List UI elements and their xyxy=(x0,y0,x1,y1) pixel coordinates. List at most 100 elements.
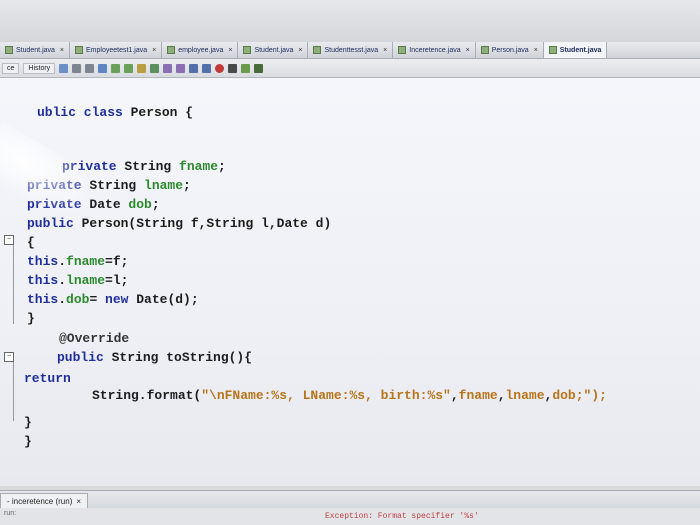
tab-student-java-2[interactable]: Student.java × xyxy=(238,42,309,58)
code-text: } xyxy=(27,311,35,326)
code-line-tostring: public String toString(){ xyxy=(57,350,252,365)
keyword: this xyxy=(27,273,59,288)
next-bookmark-icon[interactable] xyxy=(176,63,186,73)
code-line-assign-dob: this.dob= new Date(d); xyxy=(27,292,199,307)
close-icon[interactable]: × xyxy=(298,47,302,54)
toggle-selection-icon[interactable] xyxy=(150,63,160,73)
shift-right-icon[interactable] xyxy=(202,63,212,73)
fold-collapse-icon[interactable]: − xyxy=(4,352,14,362)
close-icon[interactable]: × xyxy=(466,47,470,54)
code-text: Person(String f,String l,Date d) xyxy=(73,216,332,231)
tab-employee-java[interactable]: employee.java × xyxy=(162,42,239,58)
code-line-class-decl: ublic class Person { xyxy=(37,105,193,120)
find-previous-icon[interactable] xyxy=(111,63,121,73)
code-text: =f; xyxy=(105,254,129,269)
java-file-icon xyxy=(398,46,407,54)
annotation: @Override xyxy=(59,331,130,346)
tab-studenttesst-java[interactable]: Studenttesst.java × xyxy=(308,42,394,58)
code-text: String xyxy=(116,159,180,174)
tab-person-java[interactable]: Person.java × xyxy=(476,42,544,58)
code-text: ;"); xyxy=(575,388,607,403)
code-line-format: String.format("\nFName:%s, LName:%s, bir… xyxy=(92,388,607,403)
code-text: , xyxy=(450,388,459,403)
code-text: ; xyxy=(183,178,191,193)
field-name: dob xyxy=(66,292,90,307)
string-literal: "\nFName:%s, LName:%s, birth:%s" xyxy=(201,388,451,403)
code-text: } xyxy=(24,415,32,430)
editor-tab-strip: Student.java × Employeetest1.java × employ… xyxy=(0,42,700,59)
keyword: new xyxy=(105,292,129,307)
output-tab-label: - inceretence (run) xyxy=(7,496,73,506)
prev-bookmark-icon[interactable] xyxy=(163,63,173,73)
java-file-icon xyxy=(313,46,322,54)
close-icon[interactable]: × xyxy=(534,47,538,54)
output-panel: run: Exception: Format specifier '%s' xyxy=(0,508,700,525)
field-name: dob xyxy=(128,197,152,212)
close-icon[interactable]: × xyxy=(76,497,81,506)
back-icon[interactable] xyxy=(72,63,82,73)
code-text: =l; xyxy=(105,273,129,288)
tab-label: Student.java xyxy=(16,46,55,54)
code-text: dob xyxy=(552,388,576,403)
code-text: . xyxy=(58,292,67,307)
tab-student-java-1[interactable]: Student.java × xyxy=(0,42,71,58)
shift-left-icon[interactable] xyxy=(189,63,199,73)
field-name: lname xyxy=(144,178,184,193)
code-text: { xyxy=(27,235,35,250)
java-file-icon xyxy=(480,46,489,54)
code-text: = xyxy=(89,292,106,307)
source-tab[interactable]: ce xyxy=(2,62,20,74)
code-text: . xyxy=(58,273,67,288)
tab-output-run[interactable]: - inceretence (run) × xyxy=(0,493,89,509)
keyword: ublic class xyxy=(37,105,123,120)
field-name: fname xyxy=(66,254,106,269)
start-macro-icon[interactable] xyxy=(215,63,225,73)
close-icon[interactable]: × xyxy=(60,47,64,54)
last-edit-icon[interactable] xyxy=(59,63,69,73)
tab-label: Studenttesst.java xyxy=(324,46,379,54)
code-text: Date(d); xyxy=(128,292,199,307)
find-next-icon[interactable] xyxy=(124,63,134,73)
tab-student-java-3[interactable]: Student.java xyxy=(543,42,608,58)
code-text: ; xyxy=(151,197,160,212)
stop-macro-icon[interactable] xyxy=(228,63,238,73)
code-line-annotation: @Override xyxy=(59,331,129,346)
field-name: lname xyxy=(66,273,106,288)
close-icon[interactable]: × xyxy=(383,47,387,54)
history-tab[interactable]: History xyxy=(23,62,56,74)
forward-icon[interactable] xyxy=(85,63,95,73)
code-text: fname xyxy=(458,388,498,403)
close-icon[interactable]: × xyxy=(152,47,156,54)
java-file-icon xyxy=(5,46,13,54)
java-file-icon xyxy=(75,46,84,54)
find-icon[interactable] xyxy=(98,63,108,73)
code-editor[interactable]: − − ublic class Person { private String … xyxy=(0,78,700,486)
keyword: this xyxy=(27,254,59,269)
code-text: ; xyxy=(218,159,226,174)
tab-label: Student.java xyxy=(559,46,602,54)
window-top-area xyxy=(0,0,700,44)
tab-label: employee.java xyxy=(178,46,224,54)
tab-label: Inceretence.java xyxy=(409,46,461,54)
tab-inceretence-java[interactable]: Inceretence.java × xyxy=(393,42,476,58)
tab-label: Employeetest1.java xyxy=(86,46,148,54)
tab-employeetest1-java[interactable]: Employeetest1.java × xyxy=(70,42,163,58)
uncomment-icon[interactable] xyxy=(254,63,264,73)
tab-label: Student.java xyxy=(254,46,294,54)
output-tab-bar: - inceretence (run) × xyxy=(0,490,700,509)
close-icon[interactable]: × xyxy=(228,47,232,54)
code-text: } xyxy=(24,434,32,449)
toggle-highlight-icon[interactable] xyxy=(137,63,147,73)
code-line-close-brace: } xyxy=(27,311,35,326)
code-line-open-brace: { xyxy=(27,235,35,250)
code-line-close-class: } xyxy=(24,434,32,449)
output-run-label: run: xyxy=(4,510,17,517)
code-text: String.format( xyxy=(92,388,202,403)
field-name: fname xyxy=(179,159,219,174)
fold-collapse-icon[interactable]: − xyxy=(4,235,14,245)
code-line-close-method: } xyxy=(24,415,32,430)
code-text: lname xyxy=(505,388,545,403)
code-line-assign-fname: this.fname=f; xyxy=(27,254,128,269)
comment-icon[interactable] xyxy=(241,63,251,73)
code-text: String toString(){ xyxy=(103,350,253,365)
